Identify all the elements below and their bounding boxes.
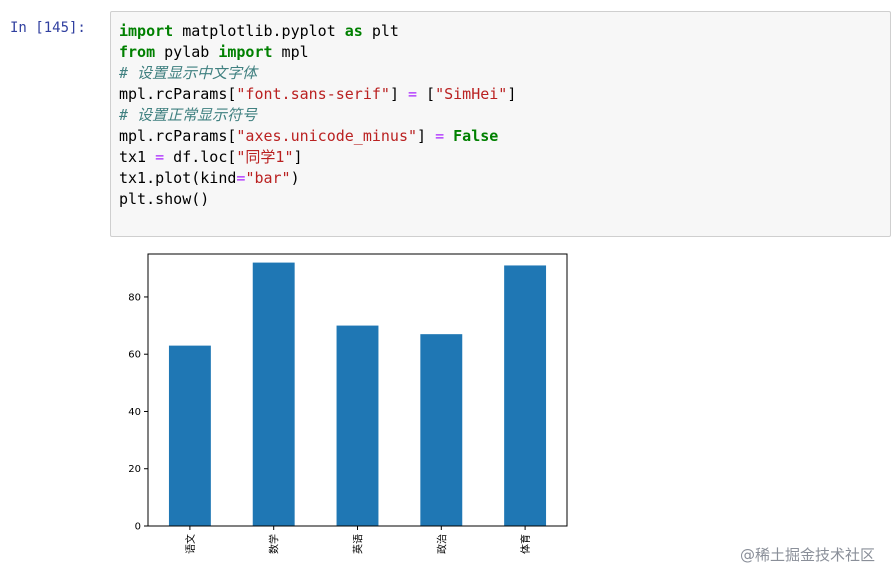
code-token: ] <box>389 85 408 103</box>
code-token: pylab <box>155 43 219 61</box>
code-token: ) <box>290 169 300 187</box>
code-token: "同学1" <box>236 148 294 166</box>
code-token: = <box>408 85 418 103</box>
code-token: [ <box>417 85 436 103</box>
y-tick-label: 40 <box>128 407 141 418</box>
code-token: import <box>119 22 174 40</box>
code-token: matplotlib.pyplot <box>173 22 345 40</box>
y-tick-label: 0 <box>135 522 141 533</box>
code-token: "axes.unicode_minus" <box>236 127 418 145</box>
code-lines: import matplotlib.pyplot as plt from pyla… <box>119 21 882 210</box>
code-token: tx1.plot(kind <box>119 169 237 187</box>
x-tick-label: 英语 <box>352 534 365 554</box>
code-token: import <box>218 43 273 61</box>
code-line: plt.show() <box>119 189 882 210</box>
code-token: plt <box>362 22 399 40</box>
x-tick-label: 语文 <box>184 534 197 554</box>
code-token: "bar" <box>245 169 291 187</box>
bar-chart: 语文 数学 英语 政治 体育 0 20 40 60 80 <box>128 253 568 554</box>
bar <box>336 325 379 526</box>
code-line: import matplotlib.pyplot as plt <box>119 21 882 42</box>
code-token: mpl.rcParams[ <box>119 85 237 103</box>
code-token: = <box>435 127 445 145</box>
code-token: from <box>119 43 156 61</box>
code-line: mpl.rcParams["axes.unicode_minus"] = Fal… <box>119 126 882 147</box>
code-line: tx1 = df.loc["同学1"] <box>119 147 882 168</box>
code-token: tx1 <box>119 148 156 166</box>
y-tick-label: 60 <box>128 350 141 361</box>
code-token: ] <box>417 127 436 145</box>
code-token: plt.show() <box>119 190 210 208</box>
code-line: # 设置正常显示符号 <box>119 105 882 126</box>
code-token: False <box>453 127 499 145</box>
code-token: ] <box>507 85 517 103</box>
x-tick-label: 政治 <box>435 534 448 554</box>
code-line: mpl.rcParams["font.sans-serif"] = ["SimH… <box>119 84 882 105</box>
bar <box>252 262 295 526</box>
y-tick-label: 80 <box>128 292 141 303</box>
x-tick-label: 数学 <box>268 534 281 554</box>
code-token: # 设置显示中文字体 <box>119 64 258 82</box>
bar <box>504 265 547 526</box>
code-token: mpl.rcParams[ <box>119 127 237 145</box>
watermark: @稀土掘金技术社区 <box>739 546 875 564</box>
code-token: as <box>344 22 363 40</box>
x-tick-label: 体育 <box>519 534 532 554</box>
y-tick-label: 20 <box>128 464 141 475</box>
code-token: mpl <box>272 43 309 61</box>
code-token: "font.sans-serif" <box>236 85 390 103</box>
cell-output: 语文 数学 英语 政治 体育 0 20 40 60 80 <box>110 240 610 575</box>
code-line: from pylab import mpl <box>119 42 882 63</box>
bar <box>168 345 211 526</box>
code-token: # 设置正常显示符号 <box>119 106 258 124</box>
bar <box>420 334 463 526</box>
code-input-area[interactable]: import matplotlib.pyplot as plt from pyla… <box>110 11 891 237</box>
code-token: ] <box>293 148 303 166</box>
code-token: df.loc[ <box>164 148 237 166</box>
code-line: # 设置显示中文字体 <box>119 63 882 84</box>
cell-prompt: In [145]: <box>10 20 86 36</box>
code-token: "SimHei" <box>435 85 508 103</box>
code-line: tx1.plot(kind="bar") <box>119 168 882 189</box>
code-token: = <box>155 148 165 166</box>
